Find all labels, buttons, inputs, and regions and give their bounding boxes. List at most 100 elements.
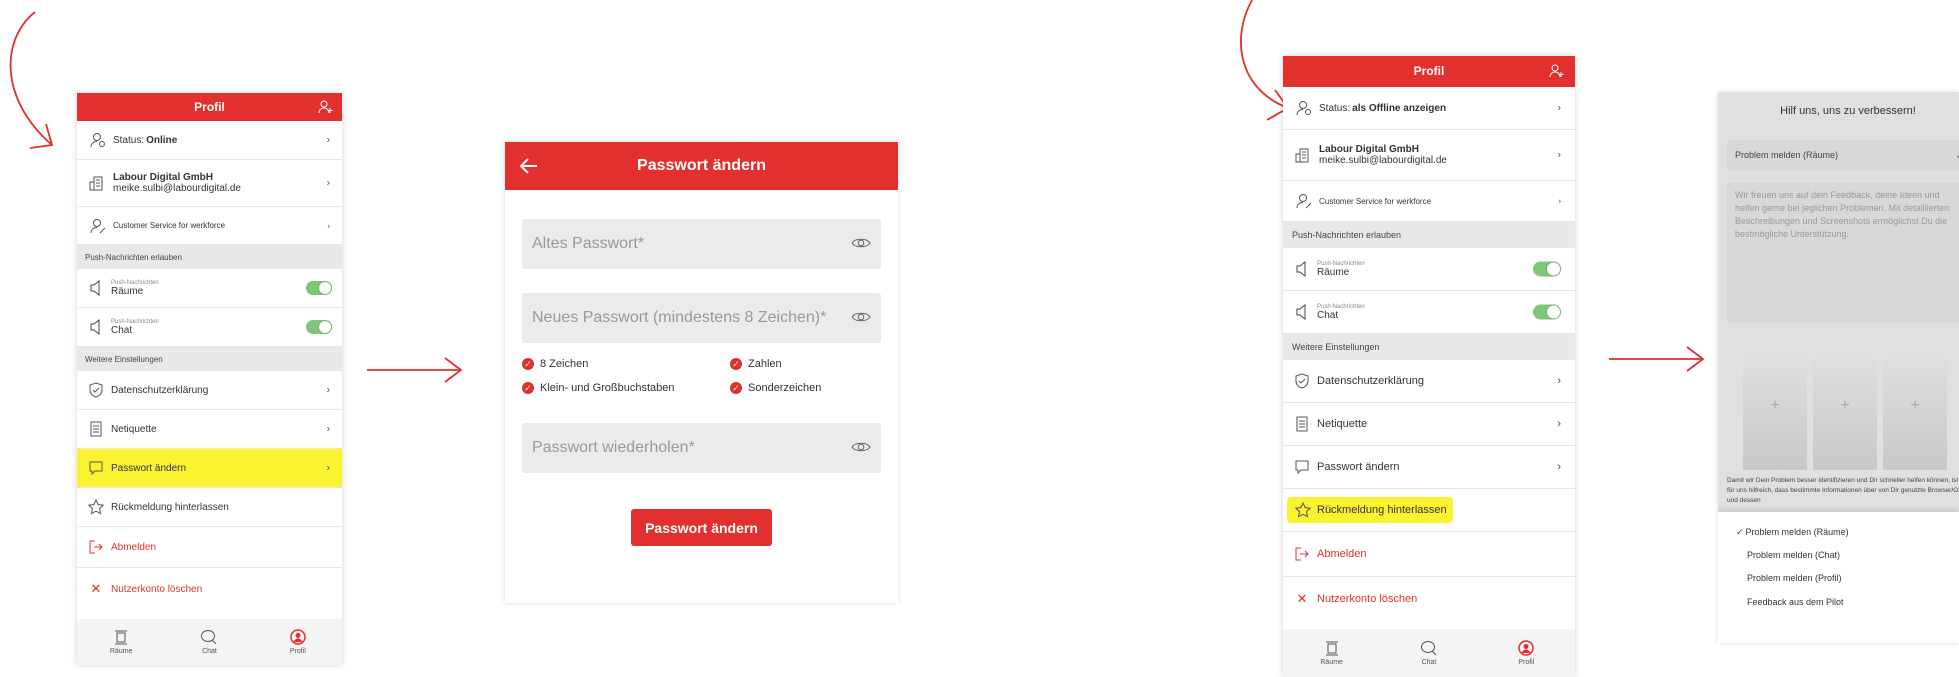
key-bubble-icon — [1287, 459, 1317, 475]
old-password-placeholder: Altes Passwort* — [532, 235, 645, 252]
feedback-textarea[interactable]: Wir freuen uns auf dein Feedback, deine … — [1727, 183, 1959, 323]
tab-chat[interactable]: Chat — [1380, 629, 1477, 677]
chevron-right-icon: › — [1557, 102, 1561, 114]
delete-account-row[interactable]: ✕ Nutzerkonto löschen — [77, 568, 342, 610]
speaker-icon — [81, 280, 111, 296]
option-chat[interactable]: Problem melden (Chat) — [1747, 550, 1840, 560]
option-label: Problem melden (Räume) — [1745, 527, 1849, 537]
profile-screen-1: Profil Status: Online › Labour Digital G… — [77, 93, 342, 665]
option-profile[interactable]: Problem melden (Profil) — [1747, 573, 1842, 583]
password-row[interactable]: Passwort ändern › — [77, 449, 342, 488]
customer-service-row[interactable]: Customer Service for werkforce › — [77, 207, 342, 245]
add-user-icon[interactable] — [318, 99, 334, 120]
customer-service-row[interactable]: Customer Service for werkforce › — [1283, 181, 1575, 222]
option-label: Feedback aus dem Pilot — [1747, 597, 1844, 607]
option-pilot[interactable]: Feedback aus dem Pilot — [1747, 597, 1844, 607]
status-value: Online — [146, 134, 178, 146]
screenshot-slot-2[interactable]: + — [1813, 342, 1877, 470]
rule-numbers: ✓ Zahlen — [730, 358, 782, 370]
push-rooms-toggle[interactable] — [1533, 261, 1561, 277]
change-password-button[interactable]: Passwort ändern — [631, 509, 772, 546]
status-row[interactable]: Status: als Offline anzeigen › — [1283, 87, 1575, 130]
chevron-right-icon: › — [326, 134, 330, 146]
profile-screen-2: Profil Status: als Offline anzeigen › La… — [1283, 56, 1575, 677]
privacy-row[interactable]: Datenschutzerklärung › — [1283, 360, 1575, 403]
bottom-tab-bar: Räume Chat Profil — [1283, 629, 1575, 677]
chevron-right-icon: › — [326, 177, 330, 189]
eye-icon[interactable] — [851, 236, 871, 255]
privacy-row[interactable]: Datenschutzerklärung › — [77, 371, 342, 410]
support-user-icon — [83, 217, 113, 235]
tab-rooms[interactable]: Räume — [1283, 629, 1380, 677]
close-icon: ✕ — [1296, 591, 1308, 606]
options-list: ✓ Problem melden (Räume) Problem melden (… — [1718, 512, 1959, 643]
delete-account-label: Nutzerkonto löschen — [1317, 593, 1418, 605]
status-value: als Offline anzeigen — [1352, 102, 1447, 114]
building-icon — [1289, 147, 1319, 163]
push-rooms-row: Push-Nachrichten Räume — [77, 269, 342, 308]
customer-service-label: Customer Service for werkforce — [1319, 196, 1432, 206]
feedback-type-value: Problem melden (Räume) — [1735, 150, 1839, 160]
star-icon — [81, 499, 111, 515]
check-circle-icon: ✓ — [522, 358, 534, 370]
page-title: Passwort ändern — [637, 157, 766, 174]
close-icon: ✕ — [90, 581, 102, 596]
feedback-label: Rückmeldung hinterlassen — [111, 501, 229, 513]
company-row[interactable]: Labour Digital GmbH meike.sulbi@labourdi… — [1283, 130, 1575, 181]
check-circle-icon: ✓ — [522, 382, 534, 394]
eye-icon[interactable] — [851, 310, 871, 329]
more-settings-heading: Weitere Einstellungen — [1283, 334, 1575, 360]
logout-row[interactable]: Abmelden — [77, 527, 342, 568]
feedback-title: Hilf uns, uns zu verbessern! — [1780, 105, 1916, 117]
tab-chat[interactable]: Chat — [165, 619, 253, 665]
add-user-icon[interactable] — [1549, 63, 1565, 84]
company-email: meike.sulbi@labourdigital.de — [1319, 155, 1447, 166]
logout-icon — [1287, 547, 1317, 561]
password-header: Passwort ändern — [505, 142, 898, 190]
option-rooms[interactable]: ✓ Problem melden (Räume) — [1736, 527, 1849, 538]
rooms-icon — [115, 630, 128, 645]
tab-chat-label: Chat — [202, 648, 217, 655]
delete-account-row[interactable]: ✕ Nutzerkonto löschen — [1283, 577, 1575, 621]
push-rooms-label: Räume — [111, 285, 144, 297]
chevron-right-icon: › — [1557, 461, 1561, 473]
push-section-heading: Push-Nachrichten erlauben — [77, 245, 342, 269]
plus-icon: + — [1770, 397, 1780, 414]
logout-label: Abmelden — [111, 541, 157, 553]
screenshot-slot-3[interactable]: + — [1883, 342, 1947, 470]
page-title: Profil — [1413, 64, 1445, 78]
eye-icon[interactable] — [851, 440, 871, 459]
push-rooms-toggle[interactable] — [306, 281, 332, 295]
feedback-row[interactable]: Rückmeldung hinterlassen — [1283, 489, 1575, 532]
feedback-screen: Hilf uns, uns zu verbessern! Problem mel… — [1718, 92, 1959, 643]
rule-label: Zahlen — [748, 358, 782, 370]
old-password-input[interactable]: Altes Passwort* — [522, 219, 881, 269]
status-row[interactable]: Status: Online › — [77, 121, 342, 160]
repeat-password-input[interactable]: Passwort wiederholen* — [522, 423, 881, 473]
star-icon — [1295, 502, 1311, 518]
tab-profile[interactable]: Profil — [1478, 629, 1575, 677]
push-section-label: Push-Nachrichten erlauben — [1292, 230, 1402, 240]
push-chat-toggle[interactable] — [306, 320, 332, 334]
new-password-input[interactable]: Neues Passwort (mindestens 8 Zeichen)* — [522, 293, 881, 343]
chat-icon — [201, 630, 217, 645]
screenshot-slot-1[interactable]: + — [1743, 342, 1807, 470]
push-chat-toggle[interactable] — [1533, 304, 1561, 320]
logout-row[interactable]: Abmelden — [1283, 532, 1575, 577]
netiquette-row[interactable]: Netiquette › — [1283, 403, 1575, 446]
chevron-right-icon: › — [1557, 375, 1561, 387]
plus-icon: + — [1840, 397, 1850, 414]
company-row[interactable]: Labour Digital GmbH meike.sulbi@labourdi… — [77, 160, 342, 207]
feedback-row[interactable]: Rückmeldung hinterlassen — [77, 488, 342, 527]
flow-arrow-2 — [1609, 346, 1705, 372]
tab-profile[interactable]: Profil — [254, 619, 342, 665]
repeat-password-placeholder: Passwort wiederholen* — [532, 439, 695, 456]
netiquette-row[interactable]: Netiquette › — [77, 410, 342, 449]
password-row[interactable]: Passwort ändern › — [1283, 446, 1575, 489]
document-icon — [1287, 416, 1317, 432]
chevron-right-icon: › — [1558, 196, 1561, 206]
push-section-label: Push-Nachrichten erlauben — [85, 252, 182, 262]
profile-header: Profil — [1283, 56, 1575, 87]
tab-rooms[interactable]: Räume — [77, 619, 165, 665]
feedback-type-select[interactable]: Problem melden (Räume) ⌄ — [1727, 140, 1959, 170]
